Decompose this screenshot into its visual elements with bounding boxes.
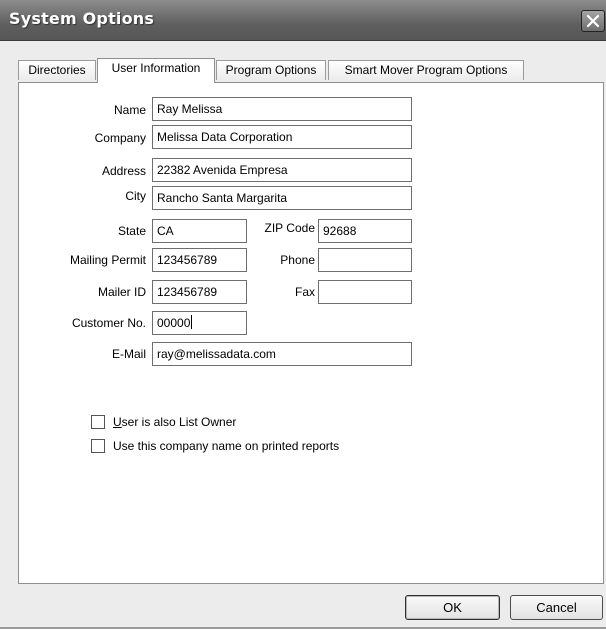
phone-label: Phone: [280, 253, 315, 267]
mailer-id-field[interactable]: 123456789: [152, 280, 247, 304]
mailing-permit-label: Mailing Permit: [69, 253, 146, 267]
fax-label: Fax: [294, 285, 315, 299]
company-label: Company: [94, 131, 146, 145]
email-label: E-Mail: [111, 347, 146, 361]
company-name-reports-checkbox[interactable]: [91, 439, 105, 453]
checkbox-label-text: ser is also List Owner: [121, 415, 237, 429]
window-title: System Options: [9, 9, 155, 28]
tab-smart-mover-program-options[interactable]: Smart Mover Program Options: [328, 60, 524, 80]
name-field[interactable]: Ray Melissa: [152, 97, 412, 121]
list-owner-checkbox[interactable]: [91, 415, 105, 429]
city-field[interactable]: Rancho Santa Margarita: [152, 186, 412, 210]
fax-field[interactable]: [318, 280, 412, 304]
tab-program-options[interactable]: Program Options: [216, 60, 326, 80]
city-label: City: [125, 189, 146, 203]
mailing-permit-field[interactable]: 123456789: [152, 248, 247, 272]
email-field[interactable]: ray@melissadata.com: [152, 342, 412, 366]
address-label: Address: [101, 164, 146, 178]
tab-label: User Information: [111, 61, 201, 75]
cancel-button[interactable]: Cancel: [510, 595, 603, 620]
company-field[interactable]: Melissa Data Corporation: [152, 125, 412, 149]
phone-field[interactable]: [318, 248, 412, 272]
address-field[interactable]: 22382 Avenida Empresa: [152, 158, 412, 182]
customer-no-field[interactable]: 00000: [152, 311, 247, 335]
system-options-window: System Options Directories User Informat…: [0, 0, 606, 629]
checkbox-label-text: Use this company name on printed reports: [113, 439, 340, 453]
customer-no-value: 00000: [157, 316, 191, 330]
close-button[interactable]: [581, 10, 605, 32]
access-key: U: [113, 415, 122, 429]
close-icon: [586, 14, 600, 28]
tab-label: Directories: [28, 63, 86, 77]
customer-no-label: Customer No.: [71, 316, 146, 330]
state-field[interactable]: CA: [152, 219, 247, 243]
company-name-reports-checkbox-label: Use this company name on printed reports: [113, 439, 339, 453]
zip-code-label: ZIP Code: [264, 221, 315, 235]
state-label: State: [117, 224, 146, 238]
list-owner-checkbox-label: User is also List Owner: [113, 415, 236, 429]
tab-label: Program Options: [225, 63, 317, 77]
tab-label: Smart Mover Program Options: [344, 63, 508, 77]
tab-user-information[interactable]: User Information: [97, 58, 215, 83]
zip-code-field[interactable]: 92688: [318, 219, 412, 243]
text-caret: [191, 315, 193, 329]
ok-button[interactable]: OK: [405, 595, 500, 620]
title-bar: System Options: [0, 0, 606, 41]
tab-directories[interactable]: Directories: [18, 60, 96, 80]
name-label: Name: [113, 103, 146, 117]
mailer-id-label: Mailer ID: [97, 285, 146, 299]
